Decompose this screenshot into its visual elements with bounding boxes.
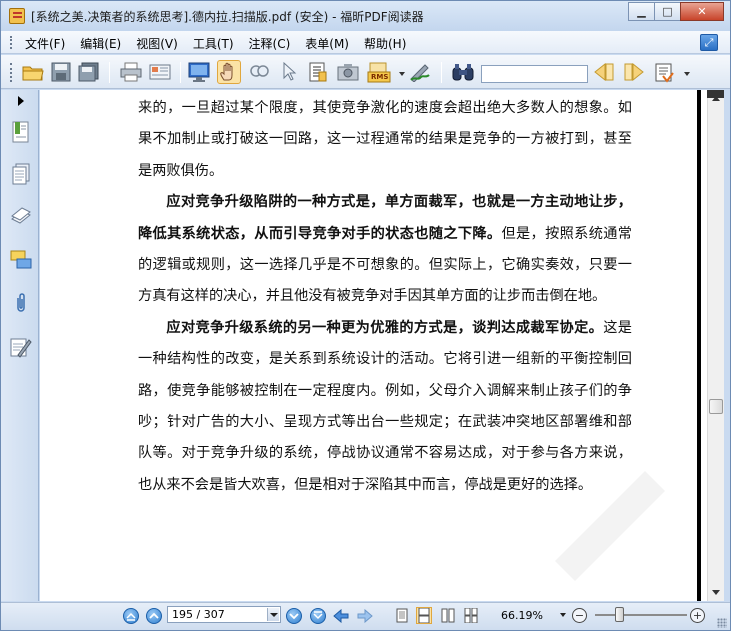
- first-page-icon[interactable]: [123, 608, 139, 624]
- menu-grip[interactable]: [10, 36, 12, 49]
- previous-page-icon[interactable]: [146, 608, 162, 624]
- sign-icon[interactable]: [408, 60, 432, 84]
- single-page-view-icon[interactable]: [394, 607, 410, 624]
- document-view[interactable]: 来的，一旦超过某个限度，其使竞争激化的速度会超出绝大多数人的想象。如果不加制止或…: [40, 90, 707, 601]
- email-icon[interactable]: [148, 60, 172, 84]
- maximize-button[interactable]: □: [654, 2, 681, 21]
- open-folder-icon[interactable]: [21, 60, 45, 84]
- zoom-tool-icon[interactable]: [247, 60, 271, 84]
- watermark-icon: [555, 471, 665, 581]
- attachments-icon[interactable]: [9, 291, 33, 315]
- text-select-icon[interactable]: [306, 60, 330, 84]
- rms-icon[interactable]: RMS: [367, 60, 391, 84]
- last-page-icon[interactable]: [310, 608, 326, 624]
- zoom-slider-track[interactable]: [595, 614, 687, 616]
- expand-panel-icon[interactable]: [18, 96, 24, 106]
- zoom-out-button[interactable]: −: [572, 608, 587, 623]
- zoom-in-button[interactable]: +: [690, 608, 705, 623]
- print-icon[interactable]: [119, 60, 143, 84]
- toolbar: RMS: [1, 55, 730, 89]
- bold-sentence: 应对竞争升级系统的另一种更为优雅的方式是，谈判达成裁军协定。: [166, 319, 604, 336]
- find-binoculars-icon[interactable]: [451, 60, 475, 84]
- status-bar: 195 / 307 66.19% − +: [1, 602, 730, 630]
- menu-items: 文件(F) 编辑(E) 视图(V) 工具(T) 注释(C) 表单(M) 帮助(H): [25, 35, 421, 52]
- go-forward-icon[interactable]: [357, 608, 373, 624]
- page-dropdown-icon[interactable]: [267, 608, 279, 621]
- facing-view-icon[interactable]: [440, 607, 456, 624]
- layers-icon[interactable]: [9, 205, 33, 229]
- scroll-down-arrow-icon[interactable]: [712, 590, 720, 595]
- select-arrow-icon[interactable]: [277, 60, 301, 84]
- window-title: [系统之美.决策者的系统思考].德内拉.扫描版.pdf (安全) - 福昕PDF…: [31, 10, 424, 24]
- search-options-dropdown-icon[interactable]: [684, 72, 690, 76]
- zoom-level: 66.19%: [501, 609, 543, 622]
- paragraph: 来的，一旦超过某个限度，其使竞争激化的速度会超出绝大多数人的想象。如果不加制止或…: [138, 93, 632, 187]
- signatures-icon[interactable]: [9, 335, 33, 359]
- search-input[interactable]: [481, 65, 588, 83]
- foxit-app-icon: [9, 8, 25, 24]
- zoom-dropdown-icon[interactable]: [560, 613, 566, 617]
- title-bar: [系统之美.决策者的系统思考].德内拉.扫描版.pdf (安全) - 福昕PDF…: [1, 1, 730, 31]
- hand-tool-icon[interactable]: [217, 60, 241, 84]
- go-back-icon[interactable]: [333, 608, 349, 624]
- restore-window-icon[interactable]: ⤢: [700, 34, 718, 51]
- paragraph: 应对竞争升级陷阱的一种方式是，单方面裁军，也就是一方主动地让步，降低其系统状态，…: [138, 187, 632, 313]
- menu-item[interactable]: 文件(F): [25, 35, 65, 52]
- menu-bar: 文件(F) 编辑(E) 视图(V) 工具(T) 注释(C) 表单(M) 帮助(H) ⤢: [1, 31, 730, 54]
- scroll-thumb[interactable]: [709, 399, 723, 415]
- close-button[interactable]: ✕: [680, 2, 724, 21]
- save-all-icon[interactable]: [77, 60, 101, 84]
- continuous-facing-view-icon[interactable]: [463, 607, 479, 624]
- page-number-input[interactable]: 195 / 307: [167, 606, 281, 623]
- menu-item[interactable]: 帮助(H): [364, 35, 406, 52]
- page-number-value: 195 / 307: [172, 608, 225, 621]
- resize-grip-icon[interactable]: [717, 618, 727, 628]
- pdf-page: 来的，一旦超过某个限度，其使竞争激化的速度会超出绝大多数人的想象。如果不加制止或…: [50, 90, 701, 601]
- rms-dropdown-arrow-icon[interactable]: [399, 72, 405, 76]
- bookmarks-icon[interactable]: [9, 120, 33, 144]
- search-next-icon[interactable]: [622, 60, 646, 84]
- next-page-icon[interactable]: [286, 608, 302, 624]
- app-window: [系统之美.决策者的系统思考].德内拉.扫描版.pdf (安全) - 福昕PDF…: [0, 0, 731, 631]
- menu-item[interactable]: 表单(M): [305, 35, 349, 52]
- scrollbar-top-cap: [707, 90, 724, 98]
- menu-item[interactable]: 工具(T): [193, 35, 234, 52]
- navigation-panel: [1, 90, 39, 601]
- paragraph-text: 来的，一旦超过某个限度，其使竞争激化的速度会超出绝大多数人的想象。如果不加制止或…: [138, 100, 632, 179]
- comments-icon[interactable]: [9, 248, 33, 272]
- menu-item[interactable]: 视图(V): [136, 35, 178, 52]
- save-icon[interactable]: [49, 60, 73, 84]
- window-controls: ▁ □ ✕: [628, 2, 724, 21]
- page-text: 来的，一旦超过某个限度，其使竞争激化的速度会超出绝大多数人的想象。如果不加制止或…: [138, 93, 632, 501]
- search-prev-icon[interactable]: [592, 60, 616, 84]
- menu-item[interactable]: 编辑(E): [80, 35, 121, 52]
- pages-icon[interactable]: [9, 162, 33, 186]
- snapshot-icon[interactable]: [336, 60, 360, 84]
- menu-item[interactable]: 注释(C): [249, 35, 291, 52]
- toolbar-grip[interactable]: [10, 63, 12, 82]
- vertical-scrollbar[interactable]: [707, 90, 724, 601]
- zoom-slider-thumb[interactable]: [614, 607, 624, 622]
- search-options-icon[interactable]: [653, 60, 677, 84]
- fullscreen-icon[interactable]: [187, 60, 211, 84]
- minimize-button[interactable]: ▁: [628, 2, 655, 21]
- rms-label: RMS: [371, 73, 389, 81]
- continuous-view-icon[interactable]: [416, 607, 432, 624]
